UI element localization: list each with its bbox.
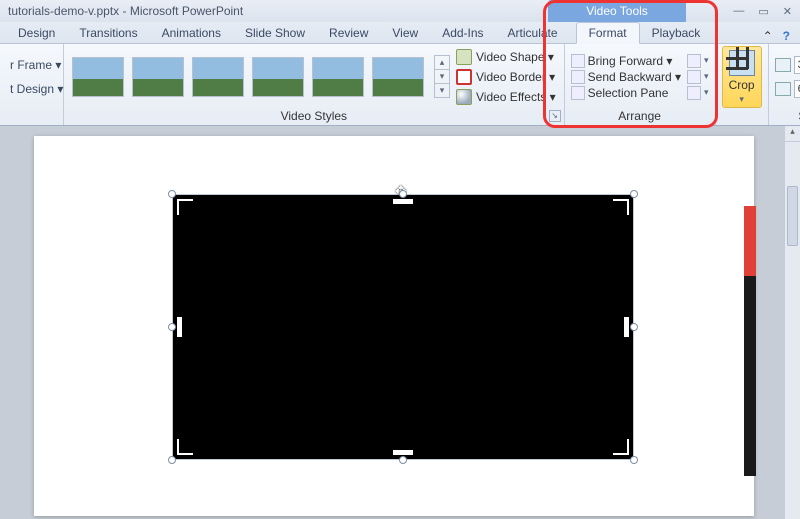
bring-forward-button[interactable]: Bring Forward ▾ [571, 54, 681, 68]
selected-video-object[interactable]: ✥ [172, 194, 634, 460]
window-controls: ― ▭ ✕ [733, 5, 792, 18]
send-backward-icon [571, 70, 585, 84]
tab-format[interactable]: Format [576, 22, 640, 44]
ribbon: r Frame ▾ t Design ▾ ▴▾▾ Video Shape ▾ V… [0, 44, 800, 126]
window-title: tutorials-demo-v.pptx - Microsoft PowerP… [8, 4, 243, 18]
slide-decor-red [744, 206, 756, 276]
tab-design[interactable]: Design [6, 23, 67, 43]
resize-handle[interactable] [168, 190, 176, 198]
align-button[interactable]: ▾ [687, 54, 709, 68]
group-label-arrange: Arrange [618, 109, 661, 123]
slide-decor-black [744, 276, 756, 476]
crop-button[interactable]: Crop ▾ [722, 46, 762, 108]
crop-handle[interactable] [177, 199, 193, 215]
slide-workspace: ✥ ▴ [0, 126, 800, 519]
video-border-button[interactable]: Video Border ▾ [454, 68, 558, 86]
selection-pane-icon [571, 86, 585, 100]
bring-forward-icon [571, 54, 585, 68]
minimize-button[interactable]: ― [733, 5, 744, 18]
scroll-up-icon[interactable]: ▴ [785, 126, 800, 142]
border-icon [456, 69, 472, 85]
align-icon [687, 54, 701, 68]
crop-icon [729, 50, 755, 76]
video-style-thumb[interactable] [72, 57, 124, 97]
send-backward-button[interactable]: Send Backward ▾ [571, 70, 681, 84]
selection-pane-button[interactable]: Selection Pane [571, 86, 681, 100]
tab-addins[interactable]: Add-Ins [430, 23, 495, 43]
poster-frame-button[interactable]: r Frame ▾ [6, 56, 67, 74]
video-style-thumb[interactable] [312, 57, 364, 97]
tab-animations[interactable]: Animations [150, 23, 233, 43]
rotate-icon [687, 86, 701, 100]
dialog-launcher-icon[interactable]: ↘ [549, 110, 561, 122]
video-effects-button[interactable]: Video Effects ▾ [454, 88, 558, 106]
help-icon[interactable]: ? [783, 29, 790, 43]
video-tools-context-tab: Video Tools [548, 0, 686, 22]
resize-handle[interactable] [399, 456, 407, 464]
resize-handle[interactable] [168, 323, 176, 331]
video-style-thumb[interactable] [132, 57, 184, 97]
rotate-button[interactable]: ▾ [687, 86, 709, 100]
resize-handle[interactable] [399, 190, 407, 198]
slide[interactable]: ✥ [34, 136, 754, 516]
crop-handle[interactable] [177, 439, 193, 455]
group-label-video-styles: Video Styles [281, 109, 348, 123]
minimize-ribbon-icon[interactable]: ⌃ [763, 29, 773, 43]
crop-handle[interactable] [177, 317, 182, 337]
group-button[interactable]: ▾ [687, 70, 709, 84]
resize-handle[interactable] [630, 323, 638, 331]
height-icon [775, 58, 791, 72]
maximize-button[interactable]: ▭ [758, 5, 768, 18]
tab-articulate[interactable]: Articulate [496, 23, 570, 43]
height-input[interactable]: ▴▾ [794, 56, 800, 74]
crop-handle[interactable] [624, 317, 629, 337]
crop-handle[interactable] [393, 450, 413, 455]
video-style-thumb[interactable] [252, 57, 304, 97]
reset-design-button[interactable]: t Design ▾ [6, 80, 67, 98]
video-style-thumb[interactable] [372, 57, 424, 97]
ribbon-tabs: Design Transitions Animations Slide Show… [0, 22, 800, 44]
tab-view[interactable]: View [380, 23, 430, 43]
tab-slideshow[interactable]: Slide Show [233, 23, 317, 43]
gallery-scroll[interactable]: ▴▾▾ [434, 55, 450, 98]
width-icon [775, 82, 791, 96]
tab-playback[interactable]: Playback [640, 23, 713, 43]
resize-handle[interactable] [168, 456, 176, 464]
width-input[interactable]: ▴▾ [794, 80, 800, 98]
shape-icon [456, 49, 472, 65]
video-shape-button[interactable]: Video Shape ▾ [454, 48, 558, 66]
crop-handle[interactable] [393, 199, 413, 204]
vertical-scrollbar[interactable]: ▴ [784, 126, 800, 519]
tab-review[interactable]: Review [317, 23, 380, 43]
scrollbar-thumb[interactable] [787, 186, 798, 246]
crop-handle[interactable] [613, 439, 629, 455]
video-style-thumb[interactable] [192, 57, 244, 97]
resize-handle[interactable] [630, 190, 638, 198]
group-icon [687, 70, 701, 84]
effects-icon [456, 89, 472, 105]
close-button[interactable]: ✕ [783, 5, 792, 18]
crop-handle[interactable] [613, 199, 629, 215]
resize-handle[interactable] [630, 456, 638, 464]
tab-transitions[interactable]: Transitions [67, 23, 149, 43]
